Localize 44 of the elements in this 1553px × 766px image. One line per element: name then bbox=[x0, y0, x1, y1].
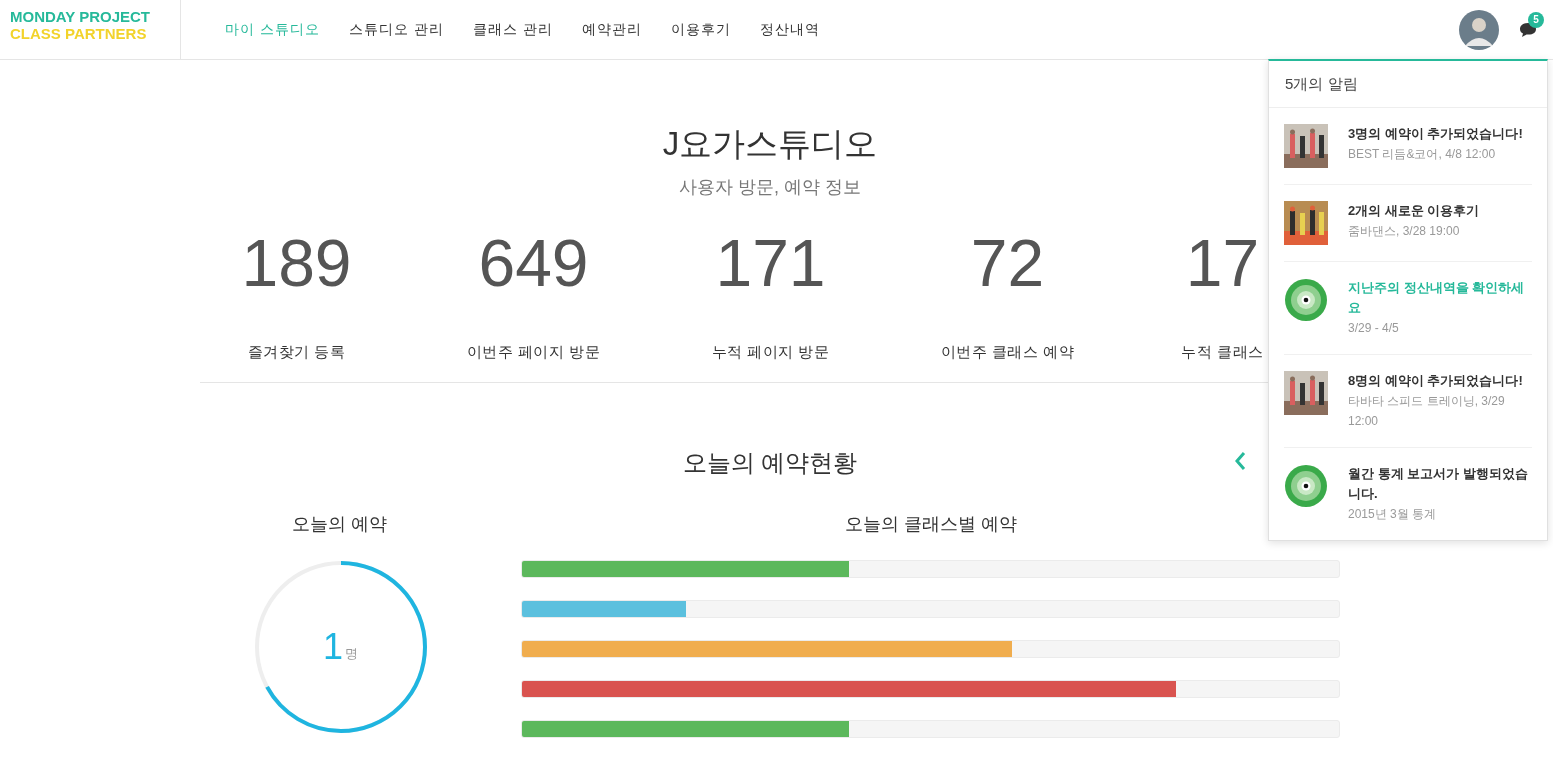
count-value: 1 bbox=[323, 626, 344, 667]
studio-subtitle: 사용자 방문, 예약 정보 bbox=[679, 176, 861, 199]
count-unit: 명 bbox=[345, 644, 359, 663]
notification-detail: BEST 리듬&코어, 4/8 12:00 bbox=[1348, 146, 1497, 163]
section-title: 오늘의 예약현황 bbox=[682, 447, 858, 478]
notification-badge: 5 bbox=[1528, 11, 1544, 28]
avatar[interactable] bbox=[1459, 9, 1499, 50]
notification-title: 지난주의 정산내역을 확인하세요 bbox=[1348, 279, 1526, 317]
nav-link[interactable]: 스튜디오 관리 bbox=[348, 19, 444, 40]
notification-item[interactable]: 3명의 예약이 추가되었습니다! BEST 리듬&코어, 4/8 12:00 bbox=[1284, 108, 1532, 185]
dropdown-title: 5개의 알림 bbox=[1285, 73, 1358, 94]
notification-detail: 2015년 3월 통계 bbox=[1348, 506, 1438, 523]
nav-link[interactable]: 정산내역 bbox=[759, 19, 820, 40]
chevron-left-icon bbox=[1234, 450, 1246, 471]
notification-detail: 타바타 스피드 트레이닝, 3/29 12:00 bbox=[1348, 393, 1506, 430]
stat-label: 이번주 페이지 방문 bbox=[466, 342, 601, 362]
target-icon bbox=[1284, 464, 1328, 508]
stat-value: 171 bbox=[715, 225, 826, 302]
notification-item[interactable]: 8명의 예약이 추가되었습니다! 타바타 스피드 트레이닝, 3/29 12:00 bbox=[1284, 355, 1532, 448]
stat-label: 누적 페이지 방문 bbox=[711, 342, 830, 362]
target-icon bbox=[1284, 278, 1328, 322]
stat-value: 17 bbox=[1185, 225, 1260, 302]
card-title: 오늘의 클래스별 예약 bbox=[844, 512, 1017, 536]
notification-detail: 줌바댄스, 3/28 19:00 bbox=[1348, 223, 1461, 240]
nav-link[interactable]: 클래스 관리 bbox=[472, 19, 553, 40]
logo-text: CLASS PARTNERS bbox=[10, 25, 148, 42]
notification-title: 8명의 예약이 추가되었습니다! bbox=[1348, 372, 1524, 390]
card-title: 오늘의 예약 bbox=[292, 512, 388, 536]
stat-value: 649 bbox=[478, 225, 589, 302]
nav-link[interactable]: 이용후기 bbox=[670, 19, 731, 40]
stat-label: 즐겨찾기 등록 bbox=[247, 342, 346, 362]
notification-title: 3명의 예약이 추가되었습니다! bbox=[1348, 125, 1523, 143]
notification-title: 2개의 새로운 이용후기 bbox=[1348, 202, 1480, 220]
stat-value: 189 bbox=[241, 225, 352, 302]
notification-title: 월간 통계 보고서가 발행되었습니다. bbox=[1348, 465, 1529, 503]
stat-label: 누적 클래스 bbox=[1181, 342, 1264, 362]
notification-item[interactable]: 2개의 새로운 이용후기 줌바댄스, 3/28 19:00 bbox=[1284, 185, 1532, 262]
notification-detail: 3/29 - 4/5 bbox=[1348, 320, 1400, 337]
studio-title: J요가스튜디오 bbox=[662, 124, 878, 164]
logo-text: MONDAY PROJECT bbox=[10, 8, 152, 25]
nav-link[interactable]: 예약관리 bbox=[581, 19, 642, 40]
stat-value: 72 bbox=[970, 225, 1045, 302]
notification-item[interactable]: 월간 통계 보고서가 발행되었습니다. 2015년 3월 통계 bbox=[1284, 448, 1532, 540]
stat-label: 이번주 클래스 예약 bbox=[940, 342, 1075, 362]
